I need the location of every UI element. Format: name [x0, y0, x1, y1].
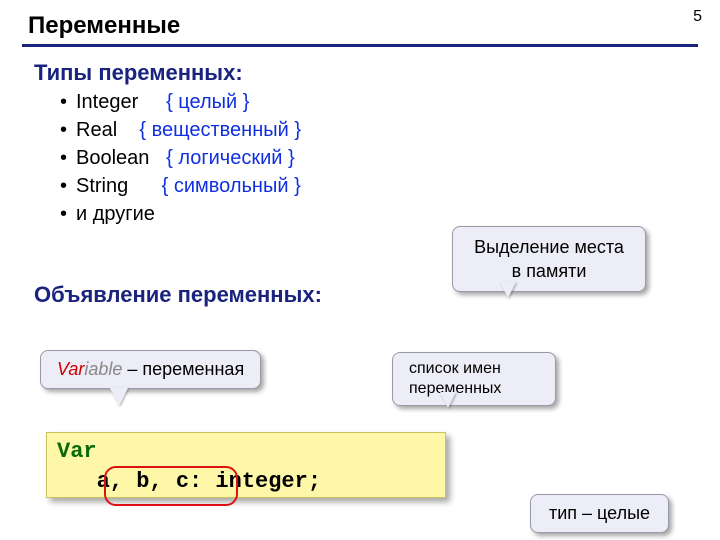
callout-pointer-icon [500, 282, 516, 298]
variable-translation: – переменная [122, 359, 244, 379]
page-title: Переменные [28, 12, 180, 40]
page-number: 5 [693, 8, 702, 26]
types-list: •Integer { целый } •Real { вещественный … [60, 88, 301, 228]
title-underline [22, 44, 698, 47]
variable-prefix: Var [57, 359, 84, 379]
callout-type: тип – целые [530, 494, 669, 533]
code-keyword: Var [57, 439, 97, 464]
callout-pointer-icon [110, 388, 128, 406]
callout-names-list: список имен переменных [392, 352, 556, 406]
variable-suffix: iable [84, 359, 122, 379]
list-item: •и другие [60, 200, 301, 228]
callout-variable: Variable – переменная [40, 350, 261, 389]
list-item: •Real { вещественный } [60, 116, 301, 144]
callout-pointer-icon [440, 392, 456, 408]
list-item: •Boolean { логический } [60, 144, 301, 172]
highlight-box-icon [104, 466, 238, 506]
section-types-heading: Типы переменных: [34, 60, 243, 86]
section-declaration-heading: Объявление переменных: [34, 282, 322, 308]
callout-memory: Выделение места в памяти [452, 226, 646, 292]
list-item: •Integer { целый } [60, 88, 301, 116]
list-item: •String { символьный } [60, 172, 301, 200]
